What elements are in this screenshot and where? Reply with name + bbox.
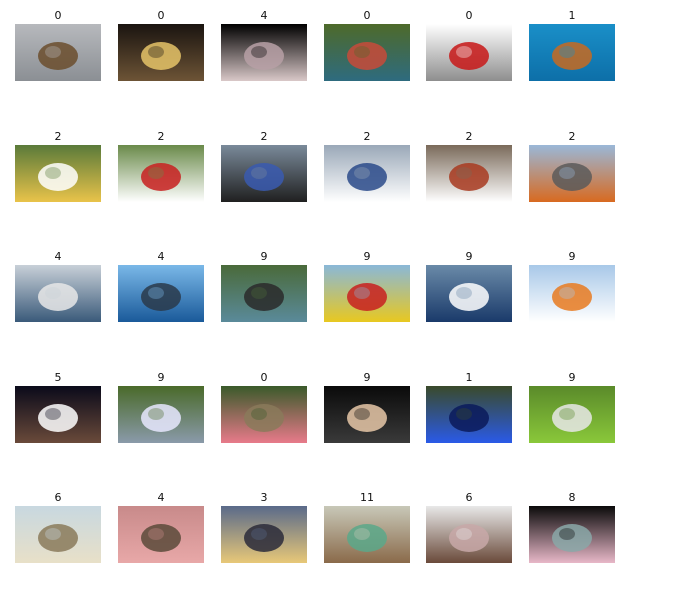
grid-cell: 2 — [529, 130, 615, 202]
class-label: 3 — [260, 491, 268, 504]
candles-thumbnail — [15, 506, 101, 563]
grid-cell: 9 — [529, 250, 615, 322]
class-label: 0 — [260, 371, 268, 384]
class-label: 1 — [568, 9, 576, 22]
grid-cell: 9 — [221, 250, 307, 322]
sailboat-thumbnail — [324, 265, 410, 322]
parrot-thumbnail — [426, 24, 512, 81]
grid-cell: 2 — [118, 130, 204, 202]
class-label: 6 — [54, 491, 62, 504]
catamaran-thumbnail — [529, 265, 615, 322]
grid-cell: 9 — [118, 371, 204, 443]
class-label: 4 — [157, 491, 165, 504]
canoe-thumbnail — [118, 386, 204, 443]
whale-thumbnail — [118, 265, 204, 322]
grid-cell: 4 — [118, 491, 204, 563]
class-label: 4 — [260, 9, 268, 22]
ambulance-thumbnail — [15, 145, 101, 202]
sea-turtle-thumbnail — [529, 24, 615, 81]
class-label: 2 — [260, 130, 268, 143]
tractor-thumbnail — [529, 145, 615, 202]
grid-cell: 0 — [118, 9, 204, 81]
grid-cell: 0 — [221, 371, 307, 443]
class-label: 0 — [54, 9, 62, 22]
class-label: 2 — [465, 130, 473, 143]
yoga-thumbnail — [529, 506, 615, 563]
grid-cell: 2 — [15, 130, 101, 202]
ambulance-thumbnail — [118, 145, 204, 202]
grid-cell: 9 — [324, 250, 410, 322]
grid-cell: 4 — [221, 9, 307, 81]
class-label: 2 — [157, 130, 165, 143]
class-label: 9 — [568, 371, 576, 384]
police-car-thumbnail — [221, 145, 307, 202]
class-label: 8 — [568, 491, 576, 504]
bus-thumbnail — [324, 145, 410, 202]
blue-frog-thumbnail — [426, 386, 512, 443]
cookies-thumbnail — [324, 506, 410, 563]
grid-cell: 3 — [221, 491, 307, 563]
grid-cell: 4 — [118, 250, 204, 322]
class-label: 0 — [465, 9, 473, 22]
owl-thumbnail — [118, 24, 204, 81]
class-label: 2 — [54, 130, 62, 143]
class-label: 2 — [568, 130, 576, 143]
class-label: 6 — [465, 491, 473, 504]
class-label: 4 — [54, 250, 62, 263]
piglets-thumbnail — [118, 506, 204, 563]
class-label: 2 — [363, 130, 371, 143]
bridge-thumbnail — [324, 386, 410, 443]
canoe-thumbnail — [221, 265, 307, 322]
grid-cell: 9 — [324, 371, 410, 443]
lanterns-thumbnail — [221, 506, 307, 563]
grid-cell: 2 — [324, 130, 410, 202]
class-label: 9 — [568, 250, 576, 263]
grid-cell: 0 — [15, 9, 101, 81]
brushes-thumbnail — [426, 506, 512, 563]
class-label: 0 — [157, 9, 165, 22]
grid-cell: 2 — [426, 130, 512, 202]
flamingos-thumbnail — [221, 386, 307, 443]
sprinkler-thumbnail — [529, 386, 615, 443]
grid-cell: 8 — [529, 491, 615, 563]
ambulance-thumbnail — [426, 145, 512, 202]
grid-cell: 11 — [324, 491, 410, 563]
birds-thumbnail — [324, 24, 410, 81]
galaxy-thumbnail — [15, 386, 101, 443]
class-label: 1 — [465, 371, 473, 384]
grid-cell: 1 — [529, 9, 615, 81]
class-label: 9 — [157, 371, 165, 384]
bat-thumbnail — [221, 24, 307, 81]
grid-cell: 5 — [15, 371, 101, 443]
whale-boat-thumbnail — [15, 265, 101, 322]
grid-cell: 9 — [529, 371, 615, 443]
class-label: 4 — [157, 250, 165, 263]
grid-cell: 6 — [15, 491, 101, 563]
grid-cell: 1 — [426, 371, 512, 443]
grid-cell: 2 — [221, 130, 307, 202]
grid-cell: 6 — [426, 491, 512, 563]
class-label: 9 — [363, 250, 371, 263]
grid-cell: 9 — [426, 250, 512, 322]
class-label: 9 — [363, 371, 371, 384]
class-label: 9 — [260, 250, 268, 263]
speedboat-thumbnail — [426, 265, 512, 322]
class-label: 11 — [360, 491, 374, 504]
grid-cell: 0 — [426, 9, 512, 81]
owl-thumbnail — [15, 24, 101, 81]
class-label: 9 — [465, 250, 473, 263]
grid-cell: 0 — [324, 9, 410, 81]
class-label: 0 — [363, 9, 371, 22]
class-label: 5 — [54, 371, 62, 384]
grid-cell: 4 — [15, 250, 101, 322]
